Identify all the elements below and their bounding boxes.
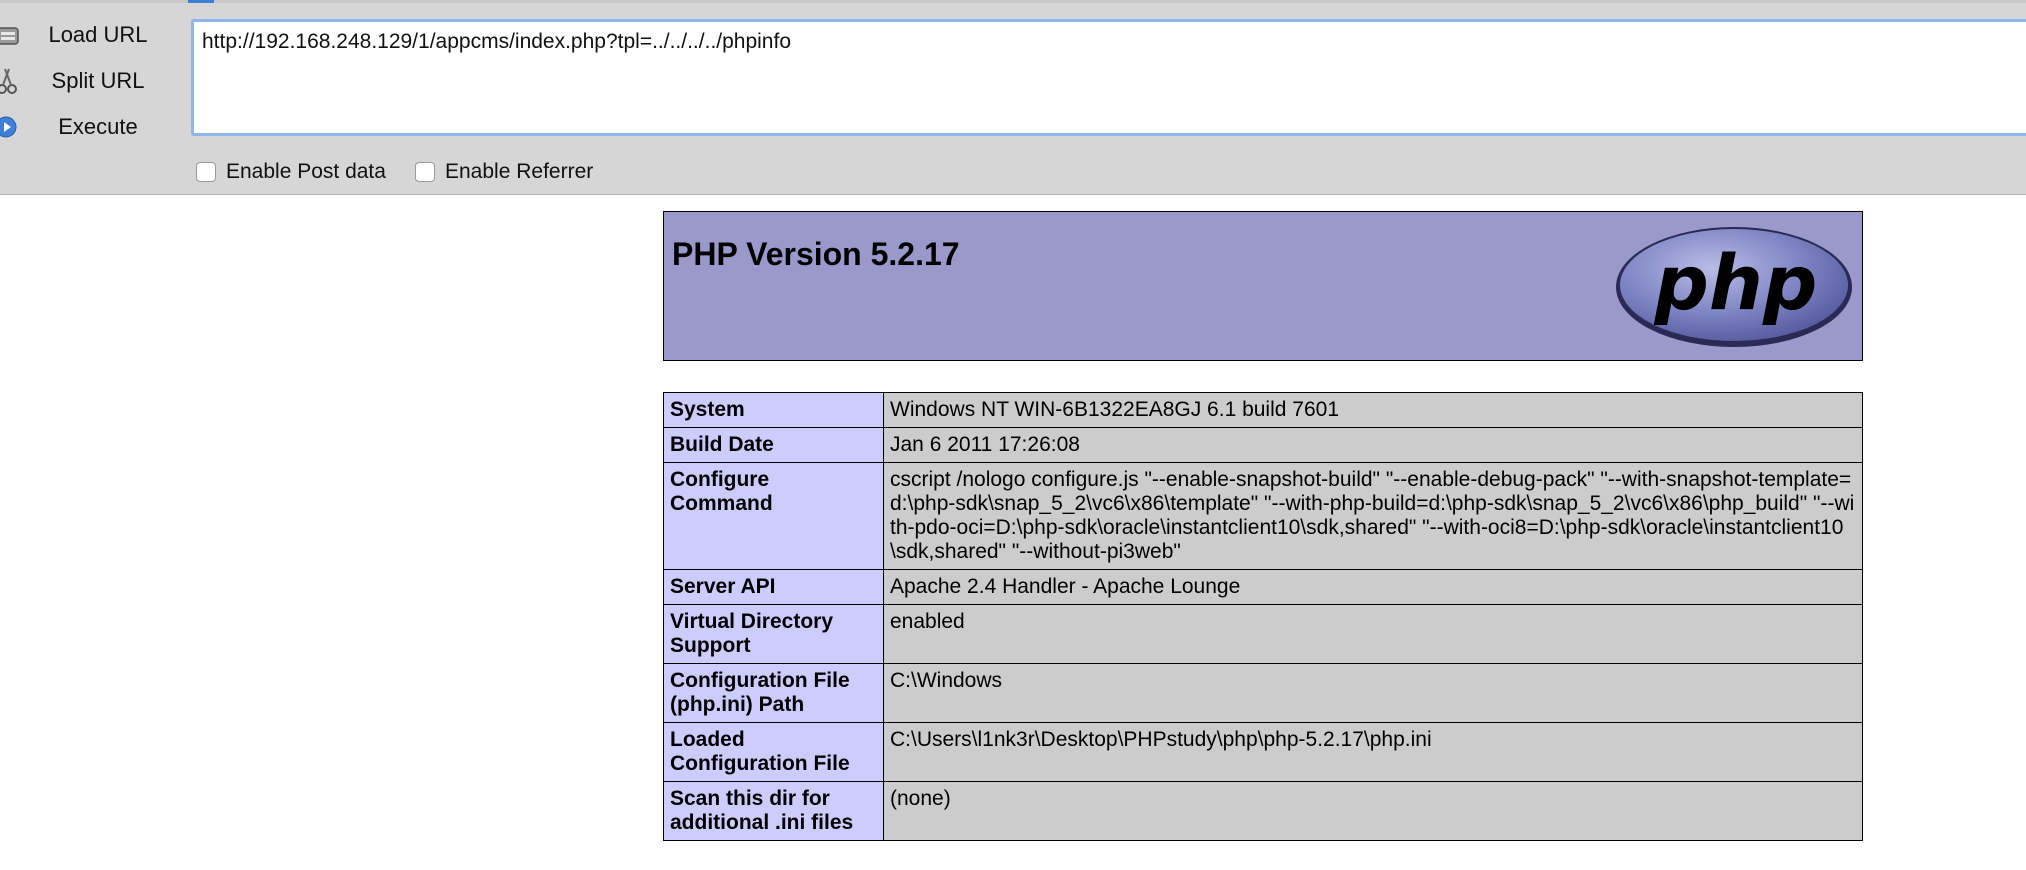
split-url-label: Split URL — [51, 68, 145, 93]
enable-referrer-label: Enable Referrer — [445, 160, 594, 183]
top-tab-strip — [0, 0, 2026, 3]
row-key: Configuration File (php.ini) Path — [663, 663, 884, 723]
table-row: Build Date Jan 6 2011 17:26:08 — [663, 427, 1863, 463]
table-row: Configuration File (php.ini) Path C:\Wind… — [663, 663, 1863, 723]
enable-referrer-option[interactable]: Enable Referrer — [415, 158, 593, 186]
execute-label: Execute — [58, 114, 138, 139]
row-key: Server API — [663, 569, 884, 605]
enable-post-data-checkbox[interactable] — [196, 162, 216, 182]
php-version-title: PHP Version 5.2.17 — [672, 236, 960, 272]
phpinfo-header: PHP Version 5.2.17 php — [663, 211, 1863, 361]
row-key: Scan this dir for additional .ini files — [663, 781, 884, 841]
url-input[interactable]: http://192.168.248.129/1/appcms/index.ph… — [191, 19, 2026, 136]
hackbar-toolbar: Load URL Split URL Execute http://192.16… — [0, 0, 2026, 195]
scissors-icon — [0, 66, 24, 96]
row-key: Virtual Directory Support — [663, 604, 884, 664]
play-circle-icon — [0, 112, 24, 142]
php-logo-icon: php — [1616, 227, 1852, 347]
table-row: Loaded Configuration File C:\Users\l1nk3r… — [663, 722, 1863, 782]
row-value: C:\Windows — [883, 663, 1863, 723]
row-key: System — [663, 392, 884, 428]
load-url-button[interactable]: Load URL — [0, 15, 185, 55]
enable-post-data-option[interactable]: Enable Post data — [196, 158, 386, 186]
table-row: System Windows NT WIN-6B1322EA8GJ 6.1 bui… — [663, 392, 1863, 428]
row-value: Apache 2.4 Handler - Apache Lounge — [883, 569, 1863, 605]
php-logo-text: php — [1654, 238, 1818, 327]
phpinfo-content: PHP Version 5.2.17 php System Windows NT … — [663, 211, 1863, 841]
load-url-label: Load URL — [48, 22, 148, 47]
row-value: enabled — [883, 604, 1863, 664]
row-key: Loaded Configuration File — [663, 722, 884, 782]
row-value: cscript /nologo configure.js "--enable-s… — [883, 462, 1863, 570]
table-row: Configure Command cscript /nologo configu… — [663, 462, 1863, 570]
load-url-icon — [0, 20, 24, 50]
enable-post-data-label: Enable Post data — [226, 160, 386, 183]
table-row: Scan this dir for additional .ini files(… — [663, 781, 1863, 841]
enable-referrer-checkbox[interactable] — [415, 162, 435, 182]
table-row: Virtual Directory Support enabled — [663, 604, 1863, 664]
row-key: Build Date — [663, 427, 884, 463]
row-value: C:\Users\l1nk3r\Desktop\PHPstudy\php\php… — [883, 722, 1863, 782]
table-row: Server API Apache 2.4 Handler - Apache Lo… — [663, 569, 1863, 605]
row-value: Jan 6 2011 17:26:08 — [883, 427, 1863, 463]
row-value: (none) — [883, 781, 1863, 841]
split-url-button[interactable]: Split URL — [0, 61, 185, 101]
row-value: Windows NT WIN-6B1322EA8GJ 6.1 build 760… — [883, 392, 1863, 428]
execute-button[interactable]: Execute — [0, 107, 185, 147]
phpinfo-table: System Windows NT WIN-6B1322EA8GJ 6.1 bui… — [663, 392, 1863, 841]
active-tab-indicator — [188, 0, 214, 3]
row-key: Configure Command — [663, 462, 884, 570]
